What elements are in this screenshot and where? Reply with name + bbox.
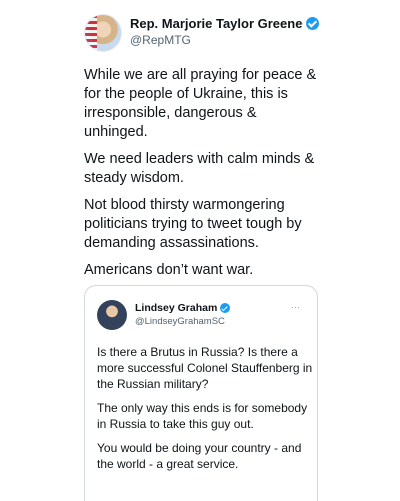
tweet-paragraph: Americans don’t want war. [84,262,254,278]
more-options-icon[interactable]: ··· [291,302,300,312]
quoted-author-avatar[interactable] [97,300,127,330]
quoted-paragraph: Is there a Brutus in Russia? Is there a … [97,345,313,391]
quoted-tweet-text: Is there a Brutus in Russia? Is there a … [97,344,317,480]
flag-icon [85,15,97,51]
quoted-author-display-name[interactable]: Lindsey Graham [135,302,217,314]
tweet-card: Rep. Marjorie Taylor Greene @RepMTG ··· … [0,0,400,501]
tweet-paragraph: We need leaders with calm minds & steady… [84,151,315,186]
quoted-paragraph: You would be doing your country - and th… [97,441,302,471]
author-handle[interactable]: @RepMTG [130,33,191,47]
tweet-paragraph: While we are all praying for peace & for… [84,67,317,140]
author-name-row: Rep. Marjorie Taylor Greene [130,16,320,31]
tweet-text: While we are all praying for peace & for… [84,66,324,288]
verified-badge-icon [220,303,231,313]
quoted-tweet[interactable]: Lindsey Graham @LindseyGrahamSC ··· Is t… [84,285,318,501]
quoted-paragraph: The only way this ends is for somebody i… [97,401,308,431]
quoted-author-name-row: Lindsey Graham [135,302,231,314]
more-options-icon[interactable]: ··· [300,16,315,30]
author-avatar[interactable] [84,14,122,52]
author-display-name[interactable]: Rep. Marjorie Taylor Greene [130,16,302,31]
tweet-paragraph: Not blood thirsty warmongering politicia… [84,197,302,251]
quoted-author-handle[interactable]: @LindseyGrahamSC [135,316,225,327]
